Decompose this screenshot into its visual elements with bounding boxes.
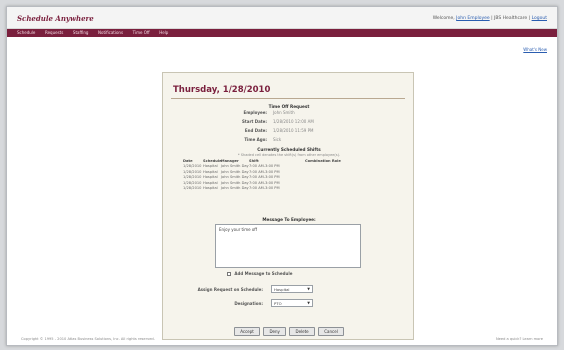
nav-item-notifications[interactable]: Notifications [98, 29, 123, 37]
time-ago-row: Time Ago: Sick [163, 137, 415, 143]
app-logo[interactable]: Schedule Anywhere [17, 14, 94, 23]
time-off-panel: Thursday, 1/28/2010 Time Off Request Emp… [162, 72, 414, 340]
designation-value: PTO [274, 301, 282, 306]
deny-button[interactable]: Deny [263, 327, 286, 336]
employee-value: John Smith [273, 110, 295, 115]
cancel-button[interactable]: Cancel [318, 327, 344, 336]
welcome-text: Welcome, [432, 16, 455, 21]
designation-select[interactable]: PTO ▼ [271, 299, 313, 307]
title-divider [171, 98, 405, 99]
nav-item-staffing[interactable]: Staffing [73, 29, 89, 37]
page-title: Thursday, 1/28/2010 [173, 85, 271, 95]
message-textarea[interactable]: Enjoy your time off [215, 224, 361, 268]
start-date-row: Start Date: 1/28/2010 12:00 AM [163, 119, 415, 125]
nav-item-time-off[interactable]: Time Off [133, 29, 150, 37]
nav-item-schedule[interactable]: Schedule [17, 29, 35, 37]
designation-label: Designation: [234, 301, 263, 306]
assign-request-value: Hospital [274, 287, 290, 292]
dropdown-arrow-icon: ▼ [307, 301, 310, 305]
cell-shift: 7:00 AM-3:00 PM [249, 186, 280, 190]
app-header: Schedule Anywhere Welcome, John Employee… [7, 7, 557, 29]
shifts-section-title: Currently Scheduled Shifts [257, 147, 321, 152]
browser-window: Schedule Anywhere Welcome, John Employee… [6, 6, 558, 346]
time-ago-label: Time Ago: [244, 137, 267, 142]
add-message-row[interactable]: Add Message to Schedule [227, 271, 292, 276]
dropdown-arrow-icon: ▼ [307, 287, 310, 291]
add-message-label: Add Message to Schedule [234, 271, 293, 276]
accept-button[interactable]: Accept [234, 327, 260, 336]
user-link[interactable]: John Employee [456, 16, 490, 21]
delete-button[interactable]: Delete [289, 327, 315, 336]
cell-date: 1/28/2010 [183, 186, 202, 190]
end-date-value: 1/28/2010 11:59 PM [273, 128, 314, 133]
assign-request-select[interactable]: Hospital ▼ [271, 285, 313, 293]
table-row: 1/28/2010 Hospital John Smith Day 7:00 A… [183, 186, 395, 192]
start-date-label: Start Date: [241, 119, 267, 124]
time-ago-value: Sick [273, 137, 282, 142]
cell-manager: John Smith Day [221, 186, 249, 190]
footer-copyright: Copyright © 1995 - 2010 Atlas Business S… [21, 337, 155, 341]
nav-item-requests[interactable]: Requests [45, 29, 63, 37]
assign-request-row: Assign Request on Schedule: Hospital ▼ [163, 285, 415, 295]
nav-item-help[interactable]: Help [159, 29, 168, 37]
add-message-checkbox[interactable] [227, 272, 231, 276]
footer-link[interactable]: Need a quick? Learn more [496, 337, 543, 341]
main-navbar: Schedule Requests Staffing Notifications… [7, 29, 557, 37]
org-name: | JBS Healthcare | [491, 16, 531, 21]
logout-link[interactable]: Logout [532, 16, 547, 21]
designation-row: Designation: PTO ▼ [163, 299, 415, 309]
message-section-title: Message To Employee: [262, 217, 316, 222]
request-section-title: Time Off Request [268, 104, 310, 109]
assign-request-label: Assign Request on Schedule: [197, 287, 263, 292]
shifts-note: * Shaded cell denotes the shift(s) from … [237, 153, 341, 157]
whats-new-link[interactable]: What's New [523, 47, 547, 52]
cell-role [305, 186, 395, 192]
start-date-value: 1/28/2010 12:00 AM [273, 119, 314, 124]
employee-label: Employee: [243, 110, 267, 115]
employee-row: Employee: John Smith [163, 110, 415, 116]
end-date-row: End Date: 1/28/2010 11:59 PM [163, 128, 415, 134]
shifts-table: Date Schedule Manager Shift Combination … [183, 159, 395, 192]
action-buttons: Accept Deny Delete Cancel [163, 327, 415, 336]
end-date-label: End Date: [244, 128, 267, 133]
welcome-area: Welcome, John Employee | JBS Healthcare … [433, 16, 547, 21]
cell-schedule: Hospital [203, 186, 218, 190]
